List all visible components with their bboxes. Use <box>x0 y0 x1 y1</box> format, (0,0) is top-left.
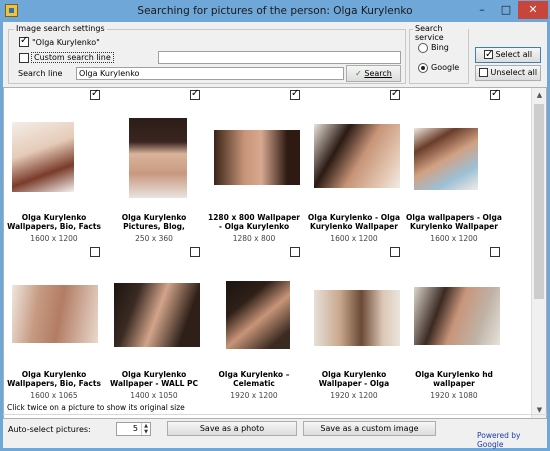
search-button-label: Search <box>364 69 392 78</box>
result-checkbox[interactable] <box>190 88 200 100</box>
result-checkbox[interactable] <box>290 247 300 257</box>
select-all-label: Select all <box>495 50 533 59</box>
result-checkbox[interactable] <box>390 88 400 100</box>
result-size: 1600 x 1200 <box>330 234 378 243</box>
image-search-settings-label: Image search settings <box>14 24 107 33</box>
save-as-photo-button[interactable]: Save as a photo <box>167 421 297 436</box>
result-item[interactable]: Olga Kurylenko - Olga Kurylenko Wallpape… <box>304 88 404 248</box>
search-check-icon: ✓ <box>355 69 362 78</box>
window-title: Searching for pictures of the person: Ol… <box>137 5 413 17</box>
result-thumbnail[interactable] <box>414 128 478 190</box>
result-checkbox[interactable] <box>90 247 100 257</box>
custom-search-line-checkbox[interactable] <box>19 53 29 63</box>
custom-search-line-label[interactable]: Custom search line <box>31 52 114 63</box>
unselect-all-check-icon <box>478 68 488 77</box>
search-service-label: Search service <box>413 24 468 42</box>
result-thumbnail[interactable] <box>129 118 187 198</box>
name-checkbox[interactable] <box>19 35 29 47</box>
result-caption: Olga Kurylenko - Olga Kurylenko Wallpape… <box>307 213 401 231</box>
search-line-label: Search line <box>18 69 63 78</box>
bing-radio-label: Bing <box>431 43 449 52</box>
spinner-arrows-icon[interactable]: ▲ ▼ <box>141 423 150 435</box>
unselect-all-button[interactable]: Unselect all <box>475 65 541 81</box>
result-size: 1280 x 800 <box>232 234 276 243</box>
status-text: Click twice on a picture to show its ori… <box>7 403 185 412</box>
powered-by-google: Powered by Google <box>477 431 521 449</box>
autoselect-value: 5 <box>132 424 138 433</box>
result-size: 250 x 360 <box>135 234 173 243</box>
result-size: 1920 x 1200 <box>330 391 378 400</box>
result-checkbox[interactable] <box>390 247 400 257</box>
result-caption: Olga Kurylenko hd wallpaper <box>415 370 493 388</box>
maximize-button[interactable]: □ <box>494 1 518 19</box>
select-all-button[interactable]: Select all <box>475 47 541 63</box>
scroll-thumb[interactable] <box>534 104 544 299</box>
custom-search-line-input[interactable] <box>158 51 401 64</box>
vertical-scrollbar[interactable]: ▲ ▼ <box>531 88 546 418</box>
scroll-up-arrow-icon[interactable]: ▲ <box>532 88 546 103</box>
result-item[interactable]: Olga Kurylenko Wallpaper - WALL PC 1400 … <box>104 245 204 405</box>
result-item[interactable]: Olga Kurylenko Wallpapers, Bio, Facts & … <box>4 245 104 405</box>
result-item[interactable]: Olga Kurylenko Pictures, Blog, Interview… <box>104 88 204 248</box>
result-thumbnail[interactable] <box>314 124 400 188</box>
result-thumbnail[interactable] <box>12 122 74 192</box>
result-checkbox[interactable] <box>490 88 500 100</box>
result-item[interactable]: Olga wallpapers - Olga Kurylenko Wallpap… <box>404 88 504 248</box>
result-size: 1600 x 1200 <box>30 234 78 243</box>
result-item[interactable]: 1280 x 800 Wallpaper - Olga Kurylenko Wa… <box>204 88 304 248</box>
result-size: 1920 x 1200 <box>230 391 278 400</box>
autoselect-label: Auto-select pictures: <box>8 425 91 434</box>
result-checkbox[interactable] <box>90 88 100 100</box>
save-as-custom-image-button[interactable]: Save as a custom image <box>303 421 436 436</box>
autoselect-spinner[interactable]: 5 ▲ ▼ <box>116 422 151 436</box>
result-caption: Olga Kurylenko Wallpapers, Bio, Facts & … <box>7 213 101 231</box>
search-button[interactable]: ✓ Search <box>346 65 401 82</box>
result-item[interactable]: Olga Kurylenko hd wallpaper 1920 x 1080 <box>404 245 504 405</box>
unselect-all-label: Unselect all <box>490 68 538 77</box>
divider <box>3 414 547 415</box>
result-caption: Olga wallpapers - Olga Kurylenko Wallpap… <box>406 213 502 231</box>
result-item[interactable]: Olga Kurylenko Wallpaper - Olga Kurylenk… <box>304 245 404 405</box>
result-checkbox[interactable] <box>290 88 300 100</box>
result-checkbox[interactable] <box>190 247 200 257</box>
result-thumbnail[interactable] <box>114 283 200 347</box>
result-size: 1400 x 1050 <box>130 391 178 400</box>
search-line-input[interactable] <box>76 67 344 80</box>
google-radio[interactable] <box>418 63 428 73</box>
search-service-group: Search service <box>409 24 469 84</box>
title-bar: Searching for pictures of the person: Ol… <box>0 0 550 22</box>
select-all-check-icon <box>483 48 493 62</box>
result-caption: Olga Kurylenko Wallpapers, Bio, Facts & … <box>7 370 101 388</box>
result-size: 1600 x 1200 <box>430 234 478 243</box>
result-caption: Olga Kurylenko – Celematic <box>218 370 290 388</box>
result-item[interactable]: Olga Kurylenko – Celematic 1920 x 1200 <box>204 245 304 405</box>
result-caption: Olga Kurylenko Pictures, Blog, Interview… <box>121 213 187 231</box>
bing-radio[interactable] <box>418 43 428 53</box>
close-button[interactable]: ✕ <box>518 1 548 19</box>
result-item[interactable]: Olga Kurylenko Wallpapers, Bio, Facts & … <box>4 88 104 248</box>
result-checkbox[interactable] <box>490 247 500 257</box>
result-caption: 1280 x 800 Wallpaper - Olga Kurylenko Wa… <box>208 213 300 231</box>
result-caption: Olga Kurylenko Wallpaper - Olga Kurylenk… <box>318 370 390 388</box>
result-size: 1920 x 1080 <box>430 391 478 400</box>
name-checkbox-label: "Olga Kurylenko" <box>32 38 100 47</box>
results-grid[interactable]: ▲ ▼ Olga Kurylenko Wallpapers, Bio, Fact… <box>3 87 547 419</box>
scroll-down-arrow-icon[interactable]: ▼ <box>532 403 546 418</box>
result-thumbnail[interactable] <box>12 285 98 343</box>
result-thumbnail[interactable] <box>214 130 300 185</box>
google-radio-label: Google <box>431 63 460 72</box>
result-thumbnail[interactable] <box>414 287 500 345</box>
result-thumbnail[interactable] <box>314 290 400 346</box>
result-thumbnail[interactable] <box>226 281 290 349</box>
result-caption: Olga Kurylenko Wallpaper - WALL PC <box>109 370 199 388</box>
result-size: 1600 x 1065 <box>30 391 78 400</box>
minimize-button[interactable]: – <box>470 1 494 19</box>
main-panel: Image search settings "Olga Kurylenko" C… <box>3 22 547 449</box>
